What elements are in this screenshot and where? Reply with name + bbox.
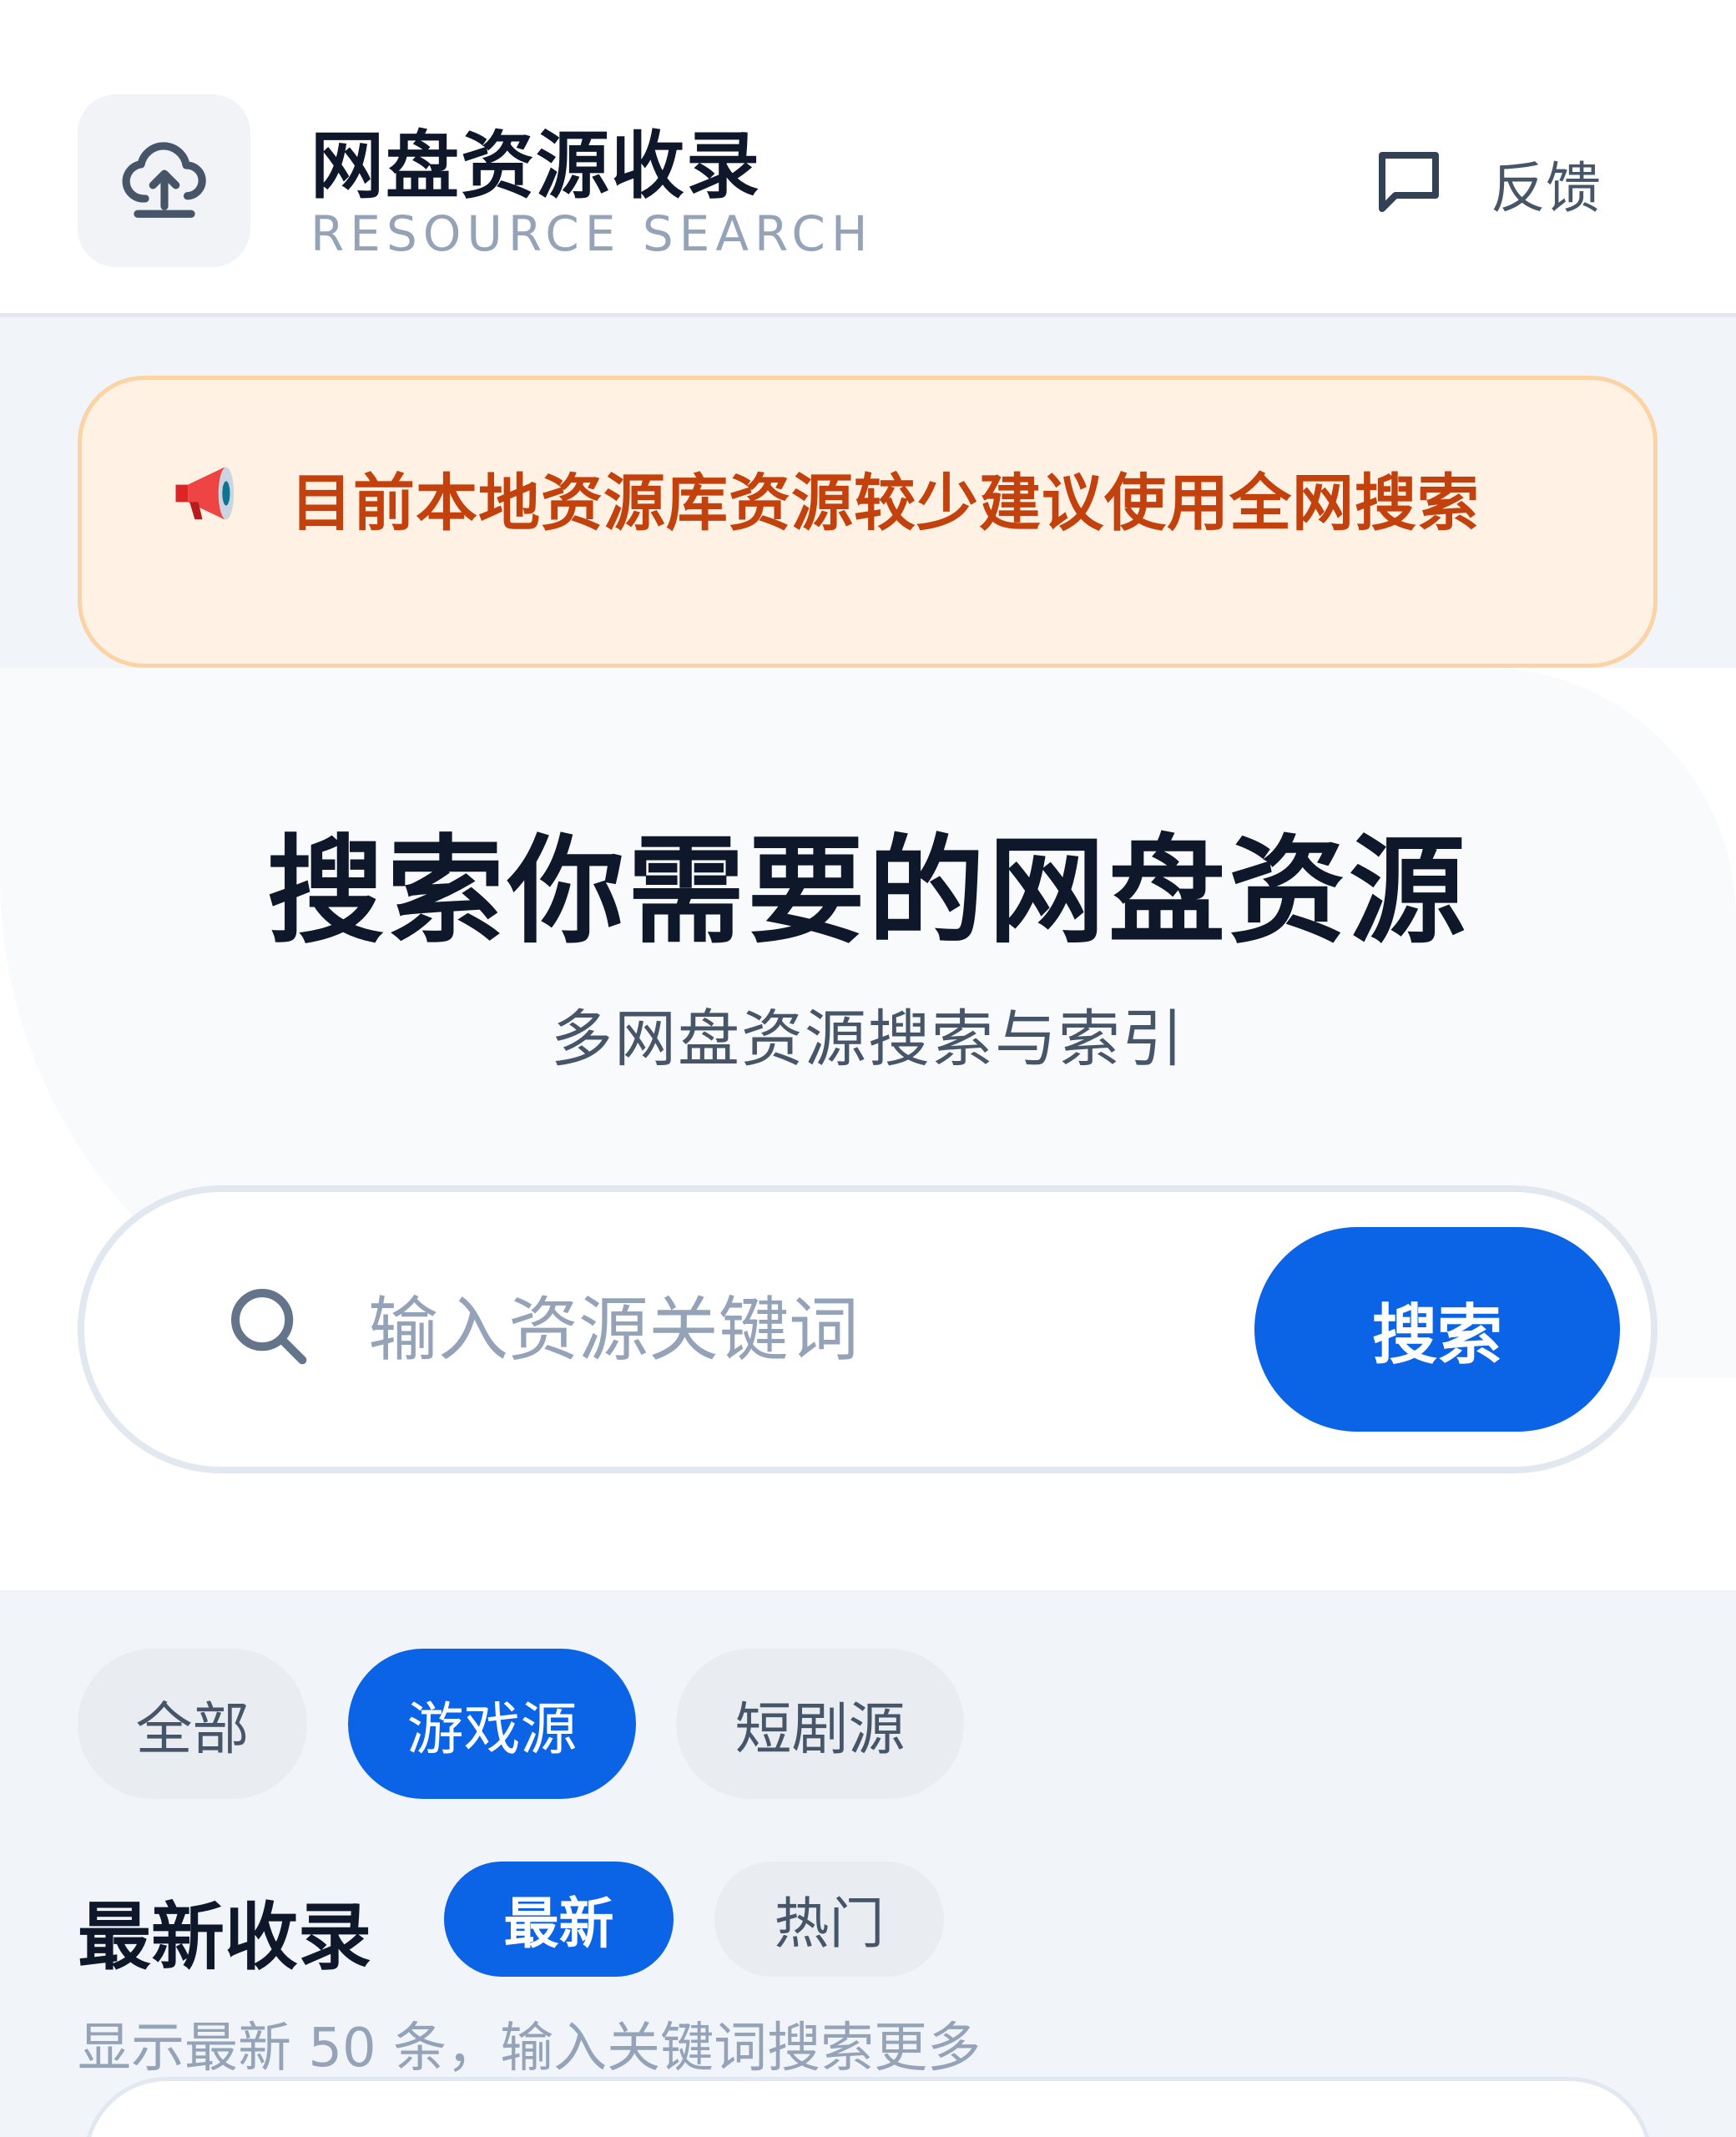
search-input[interactable]: [368, 1267, 1203, 1392]
app-subtitle: RESOURCE SEARCH: [310, 205, 874, 262]
notice-text: 目前本地资源库资源较少建议使用全网搜索: [290, 467, 1480, 539]
feedback-button[interactable]: 反馈: [1369, 142, 1601, 225]
category-tab-short-drama[interactable]: 短剧源: [676, 1649, 964, 1799]
hero-subtitle: 多网盘资源搜索与索引: [551, 1003, 1185, 1075]
message-square-icon: [1369, 142, 1449, 225]
app-title: 网盘资源收录: [310, 123, 762, 209]
category-tab-game[interactable]: 游戏源: [348, 1649, 636, 1799]
sort-tab-latest[interactable]: 最新: [444, 1862, 674, 1977]
search-bar: 搜索: [78, 1185, 1658, 1473]
search-button[interactable]: 搜索: [1254, 1227, 1620, 1432]
list-item[interactable]: [83, 2077, 1653, 2137]
cloud-upload-icon: [119, 134, 210, 229]
hero-section: 搜索你需要的网盘资源 多网盘资源搜索与索引 搜索: [0, 668, 1736, 1590]
app-header: 网盘资源收录 RESOURCE SEARCH 反馈: [0, 0, 1736, 317]
hero-title: 搜索你需要的网盘资源: [266, 824, 1469, 960]
section-title: 最新收录: [78, 1894, 372, 1980]
feedback-label: 反馈: [1491, 156, 1601, 220]
search-icon: [222, 1280, 314, 1372]
section-hint: 显示最新 50 条，输入关键词搜索更多: [78, 2018, 982, 2079]
megaphone-icon: [165, 452, 249, 535]
sort-tab-hot[interactable]: 热门: [714, 1862, 944, 1977]
notice-banner: 目前本地资源库资源较少建议使用全网搜索: [78, 376, 1658, 668]
category-tab-all[interactable]: 全部: [78, 1649, 307, 1799]
app-logo: [78, 94, 250, 267]
